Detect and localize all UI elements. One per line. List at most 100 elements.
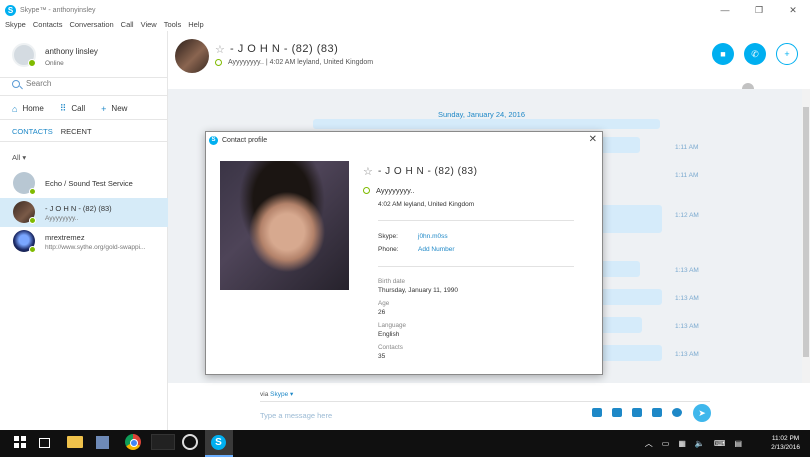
menu-contacts[interactable]: Contacts: [33, 20, 63, 31]
online-status-icon: [28, 59, 36, 67]
scrollbar[interactable]: [802, 89, 810, 383]
keyboard-icon[interactable]: ⌨: [714, 439, 726, 448]
task-view-icon[interactable]: [39, 438, 50, 448]
call-button[interactable]: ⠿ Call: [60, 103, 85, 114]
divider: [0, 77, 168, 78]
contact-name: - J O H N - (82) (83): [45, 204, 112, 213]
menu-tools[interactable]: Tools: [164, 20, 182, 31]
divider: [378, 266, 574, 267]
contacts-value: 35: [378, 353, 386, 360]
start-button[interactable]: [13, 434, 29, 450]
tab-recent[interactable]: RECENT: [61, 127, 92, 136]
divider: [260, 401, 710, 402]
recorder-app-icon[interactable]: [182, 434, 198, 450]
compose-tools: [592, 408, 692, 417]
profile-status[interactable]: Online: [45, 60, 64, 67]
add-number-link[interactable]: Add Number: [418, 246, 455, 253]
my-profile[interactable]: anthony linsley Online: [0, 31, 168, 75]
chrome-icon[interactable]: [125, 434, 141, 450]
online-status-icon: [29, 246, 36, 253]
via-selector: via Skype ▾: [260, 391, 294, 398]
clock-time: 11:02 PM: [771, 435, 800, 442]
sidebar: anthony linsley Online Search ⌂ Home ⠿ Cal…: [0, 31, 168, 430]
contact-mood: Ayyyyyyyy..: [45, 215, 79, 222]
birth-date-value: Thursday, January 11, 1990: [378, 287, 458, 294]
profile-location: 4:02 AM leyland, United Kingdom: [378, 201, 475, 208]
file-explorer-icon[interactable]: [67, 436, 83, 448]
app-icon[interactable]: [96, 436, 109, 449]
chevron-up-icon[interactable]: ︿: [645, 438, 653, 449]
video-call-button[interactable]: ■: [712, 43, 734, 65]
scrollbar-thumb[interactable]: [803, 107, 809, 357]
close-icon[interactable]: ✕: [776, 0, 810, 20]
avatar: [13, 172, 36, 195]
voice-call-button[interactable]: ✆: [744, 43, 766, 65]
skype-logo-icon: S: [209, 135, 218, 145]
taskbar-skype-button[interactable]: S: [205, 430, 233, 457]
menu-help[interactable]: Help: [188, 20, 203, 31]
window-title: Skype™ - anthonyinsley: [20, 6, 96, 14]
nav-row: ⌂ Home ⠿ Call + New: [12, 103, 143, 114]
message-timestamp: 1:13 AM: [675, 267, 699, 274]
volume-icon[interactable]: 🔈: [695, 439, 705, 448]
message-input[interactable]: Type a message here: [260, 411, 332, 420]
home-icon: ⌂: [12, 103, 18, 114]
title-bar: S Skype™ - anthonyinsley — ❐ ✕: [0, 0, 810, 20]
message-bubble: [313, 119, 660, 129]
search-box[interactable]: Search: [12, 79, 51, 88]
contact-card-icon[interactable]: [652, 408, 662, 417]
notifications-icon[interactable]: ▤: [734, 439, 742, 448]
favorite-star-icon[interactable]: ☆: [363, 165, 373, 178]
conversation-header: ☆ - J O H N - (82) (83) Ayyyyyyyy.. | 4:…: [168, 31, 810, 95]
via-skype-dropdown[interactable]: Skype ▾: [270, 391, 293, 398]
video-message-icon[interactable]: [632, 408, 642, 417]
network-icon[interactable]: ▦: [678, 439, 686, 448]
window-controls: — ❐ ✕: [708, 0, 810, 20]
add-people-button[interactable]: +: [776, 43, 798, 65]
message-bubble: [598, 261, 640, 277]
online-status-icon: [29, 188, 36, 195]
message-bubble: [598, 317, 642, 333]
restore-icon[interactable]: ❐: [742, 0, 776, 20]
media-app-icon[interactable]: [151, 434, 175, 450]
profile-photo: [220, 161, 349, 290]
contact-filter-dropdown[interactable]: All ▾: [12, 153, 26, 162]
image-icon[interactable]: [592, 408, 602, 417]
contact-tabs: CONTACTS RECENT: [12, 127, 100, 136]
message-bubble: [598, 289, 662, 305]
emoticon-icon[interactable]: [672, 408, 682, 417]
menu-view[interactable]: View: [141, 20, 157, 31]
file-icon[interactable]: [612, 408, 622, 417]
list-item[interactable]: mrextremez http://www.sythe.org/gold-swa…: [0, 227, 168, 256]
list-item[interactable]: - J O H N - (82) (83) Ayyyyyyyy..: [0, 198, 168, 227]
phone-label: Phone:: [378, 246, 399, 253]
battery-icon[interactable]: ▭: [662, 439, 670, 448]
close-icon[interactable]: ✕: [589, 134, 597, 145]
language-label: Language: [378, 322, 407, 329]
home-button[interactable]: ⌂ Home: [12, 104, 44, 114]
conversation-title[interactable]: - J O H N - (82) (83): [230, 43, 338, 55]
message-bubble: [598, 345, 662, 361]
minimize-icon[interactable]: —: [708, 0, 742, 20]
menu-call[interactable]: Call: [121, 20, 134, 31]
online-ring-icon: [215, 59, 222, 66]
compose-area: via Skype ▾ Type a message here ➤: [168, 383, 810, 430]
avatar[interactable]: [175, 39, 209, 73]
conversation-status: Ayyyyyyyy.. | 4:02 AM leyland, United Ki…: [215, 59, 373, 66]
list-item[interactable]: Echo / Sound Test Service: [0, 169, 168, 198]
age-label: Age: [378, 300, 390, 307]
new-button[interactable]: + New: [101, 104, 127, 114]
menu-skype[interactable]: Skype: [5, 20, 26, 31]
send-button[interactable]: ➤: [693, 404, 711, 422]
skype-name-link[interactable]: j0hn.m0ss: [418, 233, 448, 240]
menu-bar: Skype Contacts Conversation Call View To…: [0, 20, 211, 31]
avatar[interactable]: [12, 43, 36, 67]
menu-conversation[interactable]: Conversation: [69, 20, 113, 31]
tab-contacts[interactable]: CONTACTS: [12, 127, 53, 136]
message-timestamp: 1:13 AM: [675, 323, 699, 330]
system-clock[interactable]: 11:02 PM 2/13/2016: [771, 434, 800, 452]
search-input[interactable]: Search: [26, 79, 51, 88]
contact-name: Echo / Sound Test Service: [45, 179, 133, 188]
favorite-star-icon[interactable]: ☆: [215, 43, 225, 56]
skype-taskbar-icon: S: [211, 435, 226, 450]
